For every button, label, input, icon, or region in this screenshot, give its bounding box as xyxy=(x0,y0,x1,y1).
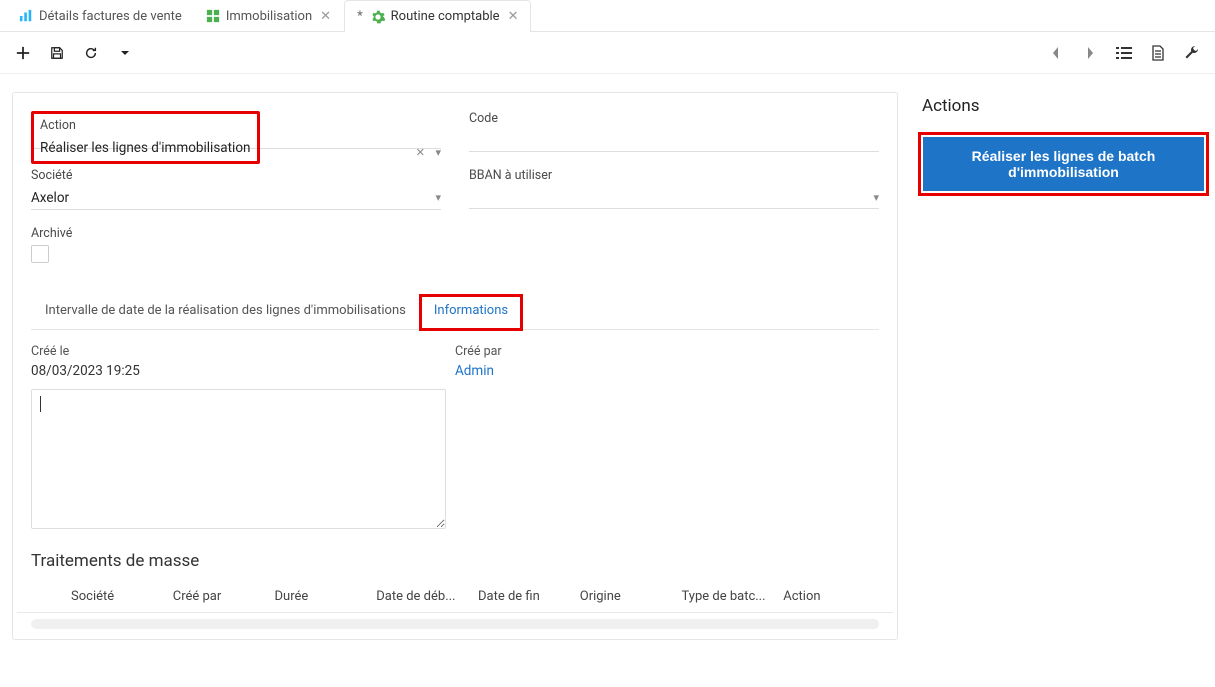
action-label: Action xyxy=(40,118,251,133)
tab-intervalle-date[interactable]: Intervalle de date de la réalisation des… xyxy=(31,295,420,329)
tab-informations[interactable]: Informations xyxy=(420,295,522,330)
col-type-batch[interactable]: Type de batc... xyxy=(676,581,778,612)
societe-field[interactable]: Axelor xyxy=(31,187,441,210)
close-icon[interactable]: ✕ xyxy=(506,9,521,24)
tab-routine-comptable[interactable]: * Routine comptable ✕ xyxy=(344,0,531,32)
grid-scrollbar[interactable] xyxy=(31,619,879,629)
societe-label: Société xyxy=(31,168,441,183)
wrench-button[interactable] xyxy=(1177,38,1207,68)
tab-label: Immobilisation xyxy=(226,9,312,24)
next-button[interactable] xyxy=(1075,38,1105,68)
action-field[interactable]: Réaliser les lignes d'immobilisation xyxy=(40,137,251,159)
save-button[interactable] xyxy=(42,38,72,68)
code-label: Code xyxy=(469,111,879,126)
action-value: Réaliser les lignes d'immobilisation xyxy=(40,140,251,156)
col-action[interactable]: Action xyxy=(777,581,879,612)
grid-header: Société Créé par Durée Date de déb... Da… xyxy=(17,581,893,613)
clear-icon[interactable]: ✕ xyxy=(416,146,425,159)
dropdown-button[interactable] xyxy=(110,38,140,68)
bban-field[interactable] xyxy=(469,187,879,209)
col-date-debut[interactable]: Date de déb... xyxy=(370,581,472,612)
col-societe[interactable]: Société xyxy=(65,581,167,612)
tab-label: Détails factures de vente xyxy=(39,9,182,24)
side-panel: Actions Réaliser les lignes de batch d'i… xyxy=(910,74,1215,202)
main-area: Action Réaliser les lignes d'immobilisat… xyxy=(0,74,1215,652)
refresh-button[interactable] xyxy=(76,38,106,68)
societe-value: Axelor xyxy=(31,190,69,206)
document-view-button[interactable] xyxy=(1143,38,1173,68)
chevron-down-icon[interactable]: ▾ xyxy=(435,146,441,159)
created-by-link[interactable]: Admin xyxy=(455,363,879,379)
notes-textarea[interactable] xyxy=(31,389,446,529)
archive-checkbox[interactable] xyxy=(31,245,49,263)
grid-icon xyxy=(206,9,220,23)
created-by-label: Créé par xyxy=(455,344,879,359)
archive-label: Archivé xyxy=(31,226,441,241)
new-button[interactable] xyxy=(8,38,38,68)
toolbar xyxy=(0,32,1215,74)
realiser-batch-button[interactable]: Réaliser les lignes de batch d'immobilis… xyxy=(923,137,1204,191)
tab-immobilisation[interactable]: Immobilisation ✕ xyxy=(193,0,344,31)
chart-bar-icon xyxy=(19,9,33,23)
top-tabs: Détails factures de vente Immobilisation… xyxy=(0,0,1215,32)
text-caret xyxy=(40,396,41,412)
form-area: Action Réaliser les lignes d'immobilisat… xyxy=(0,74,910,652)
code-field[interactable] xyxy=(469,130,879,152)
inner-tabs: Intervalle de date de la réalisation des… xyxy=(31,295,879,330)
col-date-fin[interactable]: Date de fin xyxy=(472,581,574,612)
side-title: Actions xyxy=(918,96,1209,116)
mass-title: Traitements de masse xyxy=(17,529,893,581)
gear-icon xyxy=(371,10,385,24)
prev-button[interactable] xyxy=(1041,38,1071,68)
tab-details-factures[interactable]: Détails factures de vente xyxy=(6,0,193,31)
created-on-label: Créé le xyxy=(31,344,455,359)
tab-label: Routine comptable xyxy=(391,9,500,24)
chevron-down-icon[interactable]: ▾ xyxy=(435,191,441,204)
list-view-button[interactable] xyxy=(1109,38,1139,68)
bban-label: BBAN à utiliser xyxy=(469,168,879,183)
dirty-indicator: * xyxy=(357,9,365,24)
chevron-down-icon[interactable]: ▾ xyxy=(873,191,879,204)
form-card: Action Réaliser les lignes d'immobilisat… xyxy=(12,92,898,640)
col-origine[interactable]: Origine xyxy=(574,581,676,612)
col-duree[interactable]: Durée xyxy=(269,581,371,612)
created-on-value: 08/03/2023 19:25 xyxy=(31,363,455,379)
close-icon[interactable]: ✕ xyxy=(318,9,333,24)
col-cree-par[interactable]: Créé par xyxy=(167,581,269,612)
